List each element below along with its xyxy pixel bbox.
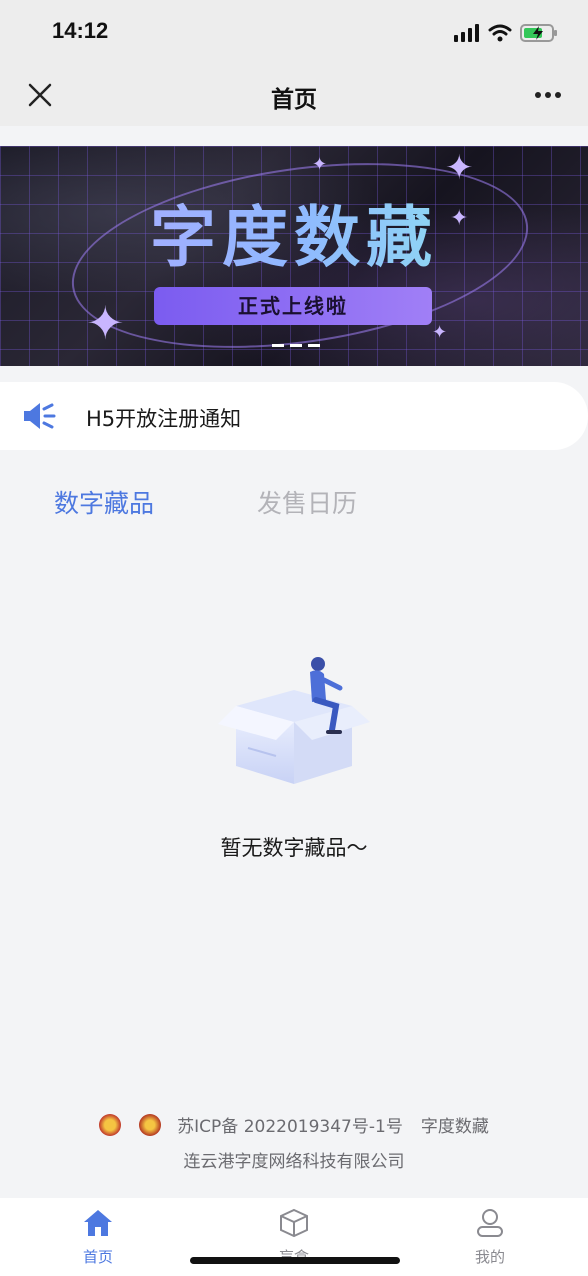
user-icon — [477, 1209, 503, 1237]
empty-state-text: 暂无数字藏品～ — [220, 836, 368, 860]
banner-title: 字度数藏 — [0, 184, 588, 280]
sparkle-icon: ✦ — [432, 322, 448, 343]
page-title: 首页 — [271, 87, 317, 113]
battery-charging-icon — [520, 24, 557, 42]
status-bar: 14:12 — [0, 0, 588, 64]
empty-box-illustration — [218, 657, 370, 784]
wifi-icon — [488, 24, 512, 42]
promo-banner[interactable]: ✦ ✦ ✦ ✦ ✦ 字度数藏 正式上线啦 — [0, 146, 588, 366]
footer-brand: 字度数藏 — [420, 1117, 489, 1137]
footer-company: 连云港字度网络科技有限公司 — [183, 1152, 405, 1172]
bottom-tab-bar: 首页 盲盒 我的 — [0, 1198, 588, 1276]
carousel-dot — [290, 344, 302, 347]
signal-icon — [454, 24, 479, 42]
home-icon — [84, 1210, 112, 1236]
footer-icp-line: 苏ICP备 2022019347号-1号 字度数藏 — [0, 1112, 588, 1137]
tab-digital-collectibles[interactable]: 数字藏品 — [54, 484, 154, 520]
tabbar-mine-label: 我的 — [474, 1248, 505, 1266]
banner-subtitle: 正式上线啦 — [154, 287, 432, 325]
more-icon[interactable] — [534, 90, 562, 100]
icp-number[interactable]: 苏ICP备 2022019347号-1号 — [177, 1112, 403, 1137]
carousel-dot — [272, 344, 284, 347]
sparkle-icon: ✦ — [86, 296, 125, 350]
emblem-icon — [139, 1113, 162, 1136]
police-badge-icon — [99, 1113, 122, 1136]
status-time: 14:12 — [52, 18, 109, 43]
tabbar-home[interactable]: 首页 — [58, 1208, 138, 1267]
carousel-indicator — [272, 344, 320, 347]
box-icon — [280, 1208, 308, 1238]
carousel-dot — [308, 344, 320, 347]
notice-text: H5开放注册通知 — [86, 407, 242, 431]
sparkle-icon: ✦ — [312, 154, 328, 175]
tabbar-home-label: 首页 — [82, 1248, 113, 1266]
home-indicator[interactable] — [190, 1257, 400, 1264]
sparkle-icon: ✦ — [445, 148, 474, 188]
tab-sale-calendar[interactable]: 发售日历 — [257, 484, 357, 520]
tabbar-mine[interactable]: 我的 — [450, 1208, 530, 1267]
nav-bar: 首页 — [0, 64, 588, 126]
notice-bar[interactable]: H5开放注册通知 — [0, 382, 588, 450]
speaker-icon — [24, 403, 56, 429]
status-icons — [454, 20, 558, 46]
